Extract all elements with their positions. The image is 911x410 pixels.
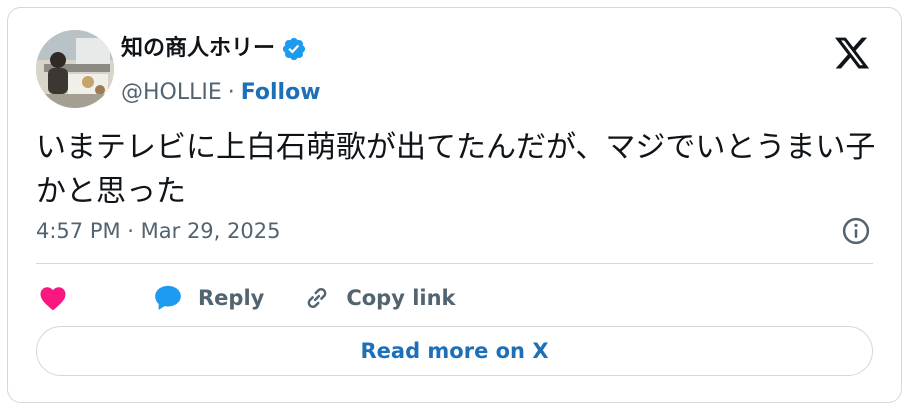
tweet-card: 知の商人ホリー @HOLLIE · Follow いまテレビに上白石萌歌が出てた… <box>7 7 902 403</box>
info-icon[interactable] <box>841 216 871 246</box>
author-handle[interactable]: @HOLLIE <box>121 80 222 106</box>
tweet-timestamp[interactable]: 4:57 PM · Mar 29, 2025 <box>36 216 280 246</box>
reply-button[interactable]: Reply <box>152 283 264 313</box>
avatar[interactable] <box>36 30 114 108</box>
heart-icon <box>40 287 66 310</box>
x-logo-icon[interactable] <box>833 34 871 72</box>
like-button[interactable] <box>38 283 90 313</box>
link-icon <box>307 288 327 308</box>
tweet-text: いまテレビに上白石萌歌が出てたんだが、マジでいとうまい子かと思った <box>36 130 876 209</box>
author-display-name[interactable]: 知の商人ホリー <box>121 36 275 62</box>
reply-label: Reply <box>198 286 265 310</box>
verified-badge-icon <box>281 36 307 62</box>
avatar-photo <box>36 30 114 108</box>
copy-link-label: Copy link <box>346 286 456 310</box>
read-more-button[interactable]: Read more on X <box>36 326 873 376</box>
author-handle-row: @HOLLIE · Follow <box>121 80 321 106</box>
reply-bubble-icon <box>155 285 181 310</box>
divider <box>36 263 873 264</box>
author-name-row: 知の商人ホリー <box>121 36 307 62</box>
action-bar: Reply Copy link <box>38 278 456 318</box>
follow-button[interactable]: Follow <box>241 80 321 106</box>
copy-link-button[interactable]: Copy link <box>302 283 456 313</box>
separator-dot: · <box>227 80 235 105</box>
